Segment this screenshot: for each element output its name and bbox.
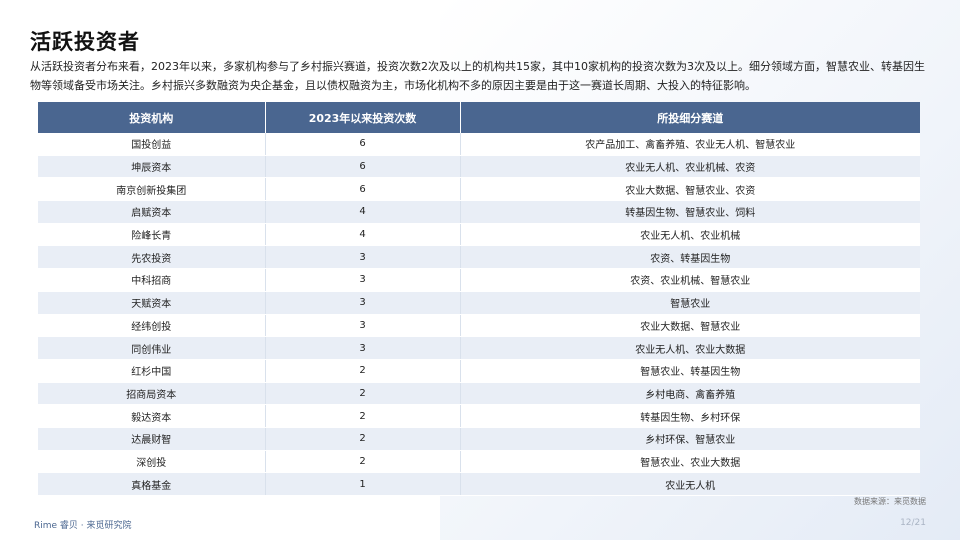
cell-count: 2 [265,450,461,474]
cell-sectors: 农资、转基因生物 [460,245,920,270]
table-header-row: 投资机构 2023年以来投资次数 所投细分赛道 [38,102,920,133]
table-row: 达晨财智 2 乡村环保、智慧农业 [38,427,920,451]
table-row: 启赋资本 4 转基因生物、智慧农业、饲料 [38,200,920,224]
cell-count: 3 [265,268,461,292]
table-row: 深创投 2 智慧农业、农业大数据 [38,450,920,474]
cell-count: 2 [265,427,461,451]
cell-sectors: 乡村环保、智慧农业 [460,427,920,451]
cell-institution: 险峰长青 [38,223,266,247]
cell-institution: 真格基金 [38,472,266,496]
table-row: 中科招商 3 农资、农业机械、智慧农业 [38,268,920,292]
cell-sectors: 农业无人机、农业机械 [460,223,920,247]
cell-institution: 招商局资本 [38,382,266,406]
cell-institution: 深创投 [38,450,266,474]
cell-sectors: 农业无人机 [460,472,920,496]
cell-count: 3 [265,314,461,338]
cell-institution: 南京创新投集团 [38,177,266,202]
table-row: 先农投资 3 农资、转基因生物 [38,245,920,270]
cell-institution: 启赋资本 [38,200,266,224]
page-title: 活跃投资者 [30,30,140,54]
cell-count: 1 [265,472,461,496]
table-row: 坤辰资本 6 农业无人机、农业机械、农资 [38,155,920,179]
header-institution: 投资机构 [38,102,266,133]
cell-count: 3 [265,245,461,270]
cell-sectors: 智慧农业、转基因生物 [460,359,920,383]
cell-count: 2 [265,404,461,428]
cell-sectors: 智慧农业 [460,291,920,315]
cell-institution: 红杉中国 [38,359,266,383]
table-row: 南京创新投集团 6 农业大数据、智慧农业、农资 [38,177,920,202]
cell-institution: 坤辰资本 [38,155,266,179]
cell-institution: 国投创益 [38,133,266,156]
cell-sectors: 农资、农业机械、智慧农业 [460,268,920,292]
data-source: 数据来源：来觅数据 [854,497,926,506]
cell-sectors: 乡村电商、禽畜养殖 [460,382,920,406]
table-row: 毅达资本 2 转基因生物、乡村环保 [38,404,920,428]
cell-sectors: 转基因生物、乡村环保 [460,404,920,428]
page-number: 12/21 [900,518,926,528]
header-count: 2023年以来投资次数 [265,102,461,133]
cell-count: 4 [265,200,461,224]
cell-institution: 天赋资本 [38,291,266,315]
investor-table: 投资机构 2023年以来投资次数 所投细分赛道 国投创益 6 农产品加工、禽畜养殖、… [38,102,920,496]
table-row: 同创伟业 3 农业无人机、农业大数据 [38,336,920,360]
cell-count: 3 [265,336,461,360]
cell-count: 6 [265,177,461,202]
cell-count: 3 [265,291,461,315]
cell-institution: 经纬创投 [38,314,266,338]
footer-logo: Rime 睿贝 · 来觅研究院 [34,521,132,531]
table-row: 真格基金 1 农业无人机 [38,472,920,496]
summary-paragraph: 从活跃投资者分布来看，2023年以来，多家机构参与了乡村振兴赛道，投资次数2次及… [30,60,925,92]
cell-sectors: 农产品加工、禽畜养殖、农业无人机、智慧农业 [460,133,920,156]
cell-count: 6 [265,155,461,179]
table-row: 招商局资本 2 乡村电商、禽畜养殖 [38,382,920,406]
cell-sectors: 农业无人机、农业机械、农资 [460,155,920,179]
table-row: 国投创益 6 农产品加工、禽畜养殖、农业无人机、智慧农业 [38,133,920,156]
cell-sectors: 转基因生物、智慧农业、饲料 [460,200,920,224]
cell-institution: 先农投资 [38,245,266,270]
table-row: 红杉中国 2 智慧农业、转基因生物 [38,359,920,383]
cell-institution: 达晨财智 [38,427,266,451]
cell-institution: 中科招商 [38,268,266,292]
cell-sectors: 农业大数据、智慧农业 [460,314,920,338]
cell-institution: 毅达资本 [38,404,266,428]
table-row: 天赋资本 3 智慧农业 [38,291,920,315]
cell-sectors: 农业大数据、智慧农业、农资 [460,177,920,202]
cell-count: 6 [265,133,461,156]
header-sectors: 所投细分赛道 [460,102,920,133]
cell-sectors: 农业无人机、农业大数据 [460,336,920,360]
cell-count: 2 [265,382,461,406]
table-row: 经纬创投 3 农业大数据、智慧农业 [38,314,920,338]
cell-institution: 同创伟业 [38,336,266,360]
cell-count: 4 [265,223,461,247]
cell-sectors: 智慧农业、农业大数据 [460,450,920,474]
cell-count: 2 [265,359,461,383]
table-row: 险峰长青 4 农业无人机、农业机械 [38,223,920,247]
